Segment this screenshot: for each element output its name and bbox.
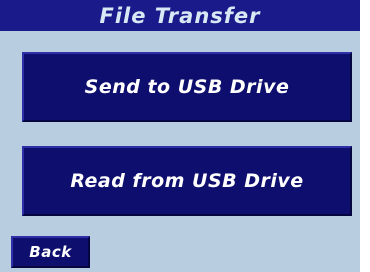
- file-transfer-screen: File Transfer Send to USB Drive Read fro…: [0, 0, 360, 272]
- back-label: Back: [29, 243, 72, 261]
- send-to-usb-button[interactable]: Send to USB Drive: [22, 52, 352, 122]
- page-title: File Transfer: [99, 3, 261, 28]
- read-from-usb-label: Read from USB Drive: [70, 170, 304, 192]
- title-bar: File Transfer: [0, 0, 360, 31]
- read-from-usb-button[interactable]: Read from USB Drive: [22, 146, 352, 216]
- send-to-usb-label: Send to USB Drive: [84, 76, 290, 98]
- back-button[interactable]: Back: [11, 236, 90, 268]
